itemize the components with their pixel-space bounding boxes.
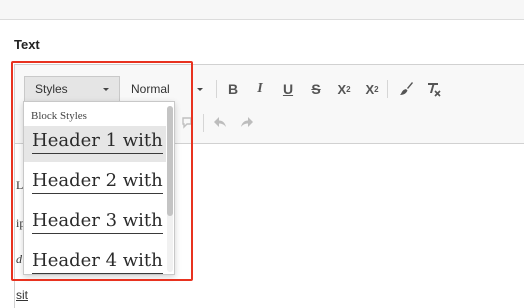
dropdown-group-header: Block Styles	[31, 110, 87, 122]
format-combo[interactable]: Normal	[121, 76, 213, 102]
style-option-label: Header 4 with	[32, 250, 163, 274]
undo-button[interactable]	[208, 110, 232, 134]
styles-combo[interactable]: Styles	[24, 76, 120, 102]
chevron-down-icon	[103, 87, 109, 91]
toolbar-separator	[216, 80, 217, 98]
remove-format-icon	[428, 83, 441, 97]
subscript-letter: X	[337, 81, 347, 97]
format-combo-label: Normal	[131, 82, 170, 96]
subscript-mark: 2	[346, 84, 351, 94]
copy-formatting-button[interactable]	[394, 77, 418, 101]
superscript-letter: X	[365, 81, 375, 97]
styles-combo-label: Styles	[35, 82, 68, 96]
style-option-label: Header 3 with	[32, 210, 163, 234]
redo-button[interactable]	[235, 110, 259, 134]
chevron-down-icon	[197, 87, 203, 91]
undo-icon	[214, 117, 226, 127]
style-option-header-1[interactable]: Header 1 with	[24, 126, 166, 162]
italic-button[interactable]: I	[248, 77, 272, 101]
scrollbar-thumb[interactable]	[167, 106, 173, 216]
style-option-label: Header 2 with	[32, 170, 163, 194]
style-option-header-2[interactable]: Header 2 with	[24, 166, 166, 202]
styles-dropdown: Block Styles Header 1 with Header 2 with…	[23, 101, 175, 275]
content-line: d	[16, 252, 22, 266]
field-label: Text	[14, 37, 40, 52]
blockquote-icon[interactable]	[176, 110, 200, 134]
style-option-header-4[interactable]: Header 4 with	[24, 246, 166, 274]
paint-brush-icon	[400, 82, 413, 95]
redo-icon	[241, 117, 253, 127]
remove-format-button[interactable]	[422, 77, 446, 101]
content-line: sit	[16, 288, 28, 302]
strikethrough-button[interactable]: S	[304, 77, 328, 101]
top-strip	[0, 0, 524, 20]
superscript-button[interactable]: X2	[360, 77, 384, 101]
superscript-mark: 2	[374, 84, 379, 94]
subscript-button[interactable]: X2	[332, 77, 356, 101]
style-option-label: Header 1 with	[32, 130, 163, 154]
dropdown-scrollbar[interactable]	[167, 106, 173, 272]
toolbar-separator	[203, 114, 204, 132]
bold-button[interactable]: B	[221, 77, 245, 101]
underline-button[interactable]: U	[276, 77, 300, 101]
toolbar-separator	[387, 80, 388, 98]
style-option-header-3[interactable]: Header 3 with	[24, 206, 166, 242]
